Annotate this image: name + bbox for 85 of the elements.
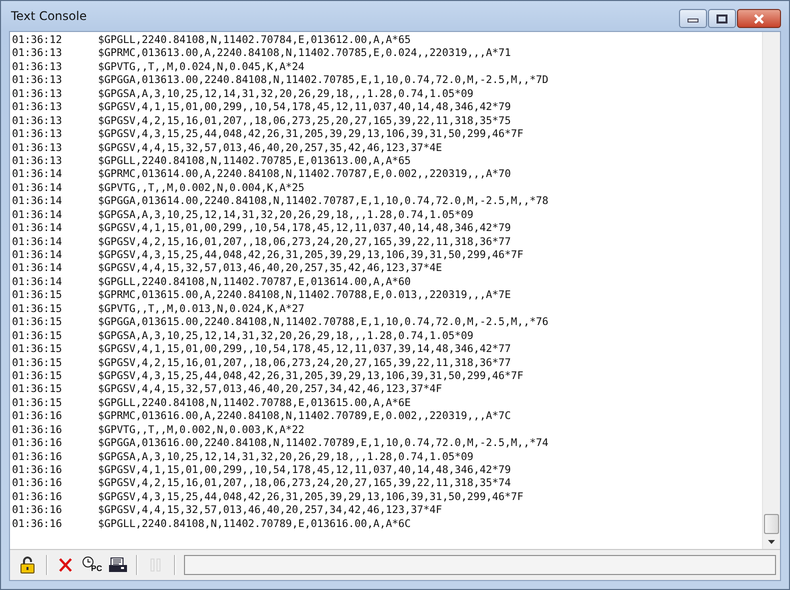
timestamp: 01:36:13: [12, 101, 64, 115]
log-message: $GPGSA,A,3,10,25,12,14,31,32,20,26,29,18,,,1.28,0.74,1.05*09: [98, 88, 474, 102]
timestamp: 01:36:15: [12, 316, 64, 330]
timestamp: 01:36:16: [12, 490, 64, 504]
scrollbar[interactable]: [762, 32, 780, 549]
timestamp: 01:36:16: [12, 477, 64, 491]
log-message: $GPGSV,4,2,15,16,01,207,,18,06,273,24,20,27,165,39,22,11,318,36*77: [98, 236, 511, 249]
timestamp: 01:36:14: [12, 168, 64, 182]
log-message: $GPGLL,2240.84108,N,11402.70787,E,013614.00,A,A*60: [98, 276, 411, 290]
timestamp: 01:36:16: [12, 518, 64, 532]
timestamp: 01:36:14: [12, 249, 64, 262]
log-message: $GPGSV,4,1,15,01,00,299,,10,54,178,45,12,11,037,40,14,48,346,42*79: [98, 101, 511, 115]
minimize-button[interactable]: [679, 9, 707, 28]
log-message: $GPGGA,013613.00,2240.84108,N,11402.70785,E,1,10,0.74,72.0,M,-2.5,M,,*7D: [98, 74, 548, 88]
log-message: $GPGSA,A,3,10,25,12,14,31,32,20,26,29,18,,,1.28,0.74,1.05*09: [98, 450, 474, 464]
log-message: $GPRMC,013615.00,A,2240.84108,N,11402.70788,E,0.013,,220319,,,A*7E: [98, 289, 511, 303]
timestamp: 01:36:13: [12, 88, 64, 102]
timestamp: 01:36:13: [12, 128, 64, 142]
log-message: $GPGSV,4,3,15,25,44,048,42,26,31,205,39,29,13,106,39,31,50,299,46*7F: [98, 128, 524, 142]
log-message: $GPGGA,013614.00,2240.84108,N,11402.70787,E,1,10,0.74,72.0,M,-2.5,M,,*78: [98, 195, 548, 209]
timestamp: 01:36:15: [12, 302, 64, 316]
timestamp: 01:36:16: [12, 504, 64, 518]
log-message: $GPGLL,2240.84108,N,11402.70789,E,013616.00,A,A*6C: [98, 518, 411, 532]
log-message: $GPGSV,4,2,15,16,01,207,,18,06,273,25,20,27,165,39,22,11,318,35*75: [98, 114, 511, 128]
log-message: $GPGSV,4,1,15,01,00,299,,10,54,178,45,12,11,037,40,14,48,346,42*79: [98, 222, 511, 236]
log-message: $GPGSV,4,1,15,01,00,299,,10,54,178,45,12,11,037,40,14,48,346,42*79: [98, 464, 511, 478]
window-title: Text Console: [11, 9, 87, 23]
log-message: $GPGLL,2240.84108,N,11402.70785,E,013613.00,A,A*65: [98, 154, 411, 168]
timestamp: 01:36:15: [12, 343, 64, 356]
log-message: $GPGSV,4,2,15,16,01,207,,18,06,273,24,20,27,165,39,22,11,318,35*74: [98, 477, 511, 491]
timestamp: 01:36:14: [12, 195, 64, 209]
timestamp: 01:36:14: [12, 182, 64, 196]
log-message: $GPGSV,4,4,15,32,57,013,46,40,20,257,35,42,46,123,37*4E: [98, 262, 442, 276]
log-message: $GPGSV,4,4,15,32,57,013,46,40,20,257,34,42,46,123,37*4F: [98, 383, 442, 397]
close-icon: [753, 14, 765, 24]
timestamp: 01:36:12: [12, 34, 64, 48]
timestamp: 01:36:15: [12, 383, 64, 397]
input-field[interactable]: [184, 555, 776, 575]
timestamp: 01:36:16: [12, 464, 64, 478]
timestamp: 01:36:14: [12, 222, 64, 236]
timestamp: 01:36:14: [12, 236, 64, 249]
timestamp: 01:36:15: [12, 356, 64, 370]
log-message: $GPGSV,4,1,15,01,00,299,,10,54,178,45,12,11,037,39,14,48,346,42*77: [98, 343, 511, 356]
log-message: $GPVTG,,T,,M,0.002,N,0.003,K,A*22: [98, 424, 304, 438]
log-message: $GPGSV,4,2,15,16,01,207,,18,06,273,24,20,27,165,39,22,11,318,36*77: [98, 356, 511, 370]
timestamp: 01:36:14: [12, 262, 64, 276]
log-message: $GPGSV,4,3,15,25,44,048,42,26,31,205,39,29,13,106,39,31,50,299,46*7F: [98, 249, 524, 262]
maximize-icon: [716, 14, 728, 24]
log-message: $GPGSA,A,3,10,25,12,14,31,32,20,26,29,18,,,1.28,0.74,1.05*09: [98, 330, 474, 344]
timestamp: 01:36:13: [12, 114, 64, 128]
log-message: $GPGLL,2240.84108,N,11402.70788,E,013615.00,A,A*6E: [98, 396, 411, 410]
clock-pc-button[interactable]: PC: [80, 553, 104, 577]
timestamp: 01:36:15: [12, 396, 64, 410]
log-message: $GPVTG,,T,,M,0.002,N,0.004,K,A*25: [98, 182, 304, 196]
log-message: $GPGGA,013615.00,2240.84108,N,11402.70788,E,1,10,0.74,72.0,M,-2.5,M,,*76: [98, 316, 548, 330]
log-message: $GPRMC,013614.00,A,2240.84108,N,11402.70787,E,0.002,,220319,,,A*70: [98, 168, 511, 182]
timestamp: 01:36:13: [12, 154, 64, 168]
log-message: $GPGLL,2240.84108,N,11402.70784,E,013612.00,A,A*65: [98, 34, 411, 48]
timestamp: 01:36:16: [12, 437, 64, 451]
log-message: $GPGSV,4,4,15,32,57,013,46,40,20,257,35,42,46,123,37*4E: [98, 142, 442, 155]
timestamp: 01:36:16: [12, 410, 64, 424]
log-message: $GPGSA,A,3,10,25,12,14,31,32,20,26,29,18,,,1.28,0.74,1.05*09: [98, 208, 474, 222]
log-message: $GPGSV,4,3,15,25,44,048,42,26,31,205,39,29,13,106,39,31,50,299,46*7F: [98, 490, 524, 504]
timestamp: 01:36:13: [12, 74, 64, 88]
close-button[interactable]: [737, 9, 781, 28]
timestamp: 01:36:13: [12, 142, 64, 155]
log-message: $GPGSV,4,3,15,25,44,048,42,26,31,205,39,29,13,106,39,31,50,299,46*7F: [98, 370, 524, 384]
timestamp: 01:36:16: [12, 424, 64, 438]
log-message: $GPGGA,013616.00,2240.84108,N,11402.70789,E,1,10,0.74,72.0,M,-2.5,M,,*74: [98, 437, 548, 451]
maximize-button[interactable]: [708, 9, 736, 28]
printer-icon: [108, 555, 128, 575]
log-message: $GPRMC,013616.00,A,2240.84108,N,11402.70789,E,0.002,,220319,,,A*7C: [98, 410, 511, 424]
timestamp: 01:36:16: [12, 450, 64, 464]
timestamp: 01:36:15: [12, 370, 64, 384]
timestamp: 01:36:14: [12, 208, 64, 222]
timestamp: 01:36:14: [12, 276, 64, 290]
log-message: $GPRMC,013613.00,A,2240.84108,N,11402.70785,E,0.024,,220319,,,A*71: [98, 47, 511, 61]
timestamp: 01:36:13: [12, 47, 64, 61]
timestamp: 01:36:15: [12, 330, 64, 344]
scrollbar-thumb[interactable]: [764, 514, 779, 534]
timestamp: 01:36:15: [12, 289, 64, 303]
log-message: $GPVTG,,T,,M,0.024,N,0.045,K,A*24: [98, 60, 304, 74]
timestamp: 01:36:13: [12, 60, 64, 74]
log-message: $GPGSV,4,4,15,32,57,013,46,40,20,257,34,42,46,123,37*4F: [98, 504, 442, 518]
log-message: $GPVTG,,T,,M,0.013,N,0.024,K,A*27: [98, 302, 304, 316]
